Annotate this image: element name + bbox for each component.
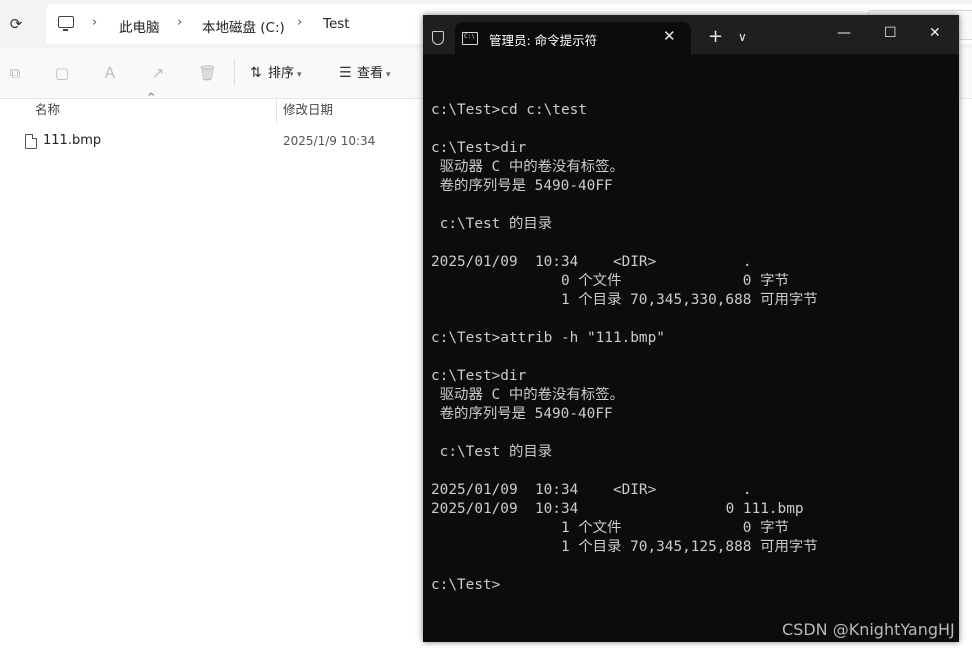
file-row[interactable]: 111.bmp 2025/1/9 10:34 <box>18 131 418 155</box>
chevron-right-icon: › <box>297 15 303 30</box>
console-line: 卷的序列号是 5490-40FF <box>431 406 613 422</box>
terminal-tab[interactable]: C:\ 管理员: 命令提示符 ✕ <box>455 22 691 54</box>
console-line: 1 个文件 0 字节 <box>431 520 789 536</box>
maximize-icon[interactable]: ☐ <box>884 25 897 41</box>
command-prompt-icon: C:\ <box>462 32 478 45</box>
console-line: c:\Test>attrib -h "111.bmp" <box>431 330 665 346</box>
console-line: 驱动器 C 中的卷没有标签。 <box>431 159 624 175</box>
console-line: 1 个目录 70,345,330,688 可用字节 <box>431 292 818 308</box>
delete-icon[interactable]: 🗑 <box>198 65 217 81</box>
watermark: CSDN @KnightYangHJ <box>782 620 955 639</box>
console-output[interactable]: c:\Test>cd c:\test c:\Test>dir 驱动器 C 中的卷没… <box>431 82 818 595</box>
column-header-modified[interactable]: 修改日期 <box>283 98 333 124</box>
chevron-down-icon: ▾ <box>386 70 391 80</box>
console-line: c:\Test> <box>431 577 501 593</box>
console-line: 驱动器 C 中的卷没有标签。 <box>431 387 624 403</box>
sort-ascending-icon: ^ <box>147 92 156 103</box>
paste-icon[interactable]: ▢ <box>54 65 70 81</box>
sort-button[interactable]: ⇅ 排序 ▾ <box>250 63 302 83</box>
file-modified-date: 2025/1/9 10:34 <box>283 134 376 148</box>
console-line: c:\Test 的目录 <box>431 216 553 232</box>
new-tab-icon[interactable]: + <box>708 27 723 47</box>
console-line: c:\Test>cd c:\test <box>431 102 587 118</box>
sort-label: 排序 <box>268 66 295 81</box>
rename-icon[interactable]: Ａ <box>102 65 118 81</box>
shield-icon <box>432 31 444 45</box>
console-line: c:\Test>dir <box>431 140 527 156</box>
computer-icon <box>58 16 74 31</box>
console-line: 2025/01/09 10:34 <DIR> . <box>431 482 752 498</box>
terminal-window[interactable]: C:\ 管理员: 命令提示符 ✕ + ∨ — ☐ ✕ c:\Test>cd c:… <box>423 15 959 642</box>
console-line: c:\Test>dir <box>431 368 527 384</box>
column-header-name[interactable]: 名称 <box>35 98 60 124</box>
tab-title: 管理员: 命令提示符 <box>489 33 598 48</box>
toolbar-divider <box>234 60 235 86</box>
console-line: 2025/01/09 10:34 0 111.bmp <box>431 501 804 517</box>
console-line: 1 个目录 70,345,125,888 可用字节 <box>431 539 818 555</box>
view-list-icon: ☰ <box>339 65 352 81</box>
column-divider[interactable] <box>276 98 277 124</box>
close-window-icon[interactable]: ✕ <box>929 25 941 41</box>
chevron-right-icon: › <box>92 15 98 30</box>
console-line: 卷的序列号是 5490-40FF <box>431 178 613 194</box>
share-icon[interactable]: ↗ <box>150 65 166 81</box>
sort-icon: ⇅ <box>250 65 262 81</box>
console-line: 2025/01/09 10:34 <DIR> . <box>431 254 752 270</box>
copy-icon[interactable]: ⧉ <box>7 65 23 81</box>
file-name: 111.bmp <box>43 133 102 148</box>
console-line: c:\Test 的目录 <box>431 444 553 460</box>
terminal-title-bar[interactable]: C:\ 管理员: 命令提示符 ✕ + ∨ — ☐ ✕ <box>423 15 959 54</box>
minimize-icon[interactable]: — <box>837 25 851 41</box>
close-tab-icon[interactable]: ✕ <box>663 27 676 45</box>
refresh-icon[interactable]: ⟳ <box>6 14 26 34</box>
chevron-down-icon[interactable]: ∨ <box>738 30 747 44</box>
view-label: 查看 <box>357 66 384 81</box>
file-icon <box>25 134 37 149</box>
console-line: 0 个文件 0 字节 <box>431 273 789 289</box>
breadcrumb-this-pc[interactable]: 此电脑 <box>119 16 160 36</box>
chevron-right-icon: › <box>177 15 183 30</box>
breadcrumb-local-disk[interactable]: 本地磁盘 (C:) <box>202 16 285 36</box>
chevron-down-icon: ▾ <box>297 70 302 80</box>
breadcrumb-test[interactable]: Test <box>323 16 350 32</box>
view-button[interactable]: ☰ 查看 ▾ <box>339 63 391 83</box>
